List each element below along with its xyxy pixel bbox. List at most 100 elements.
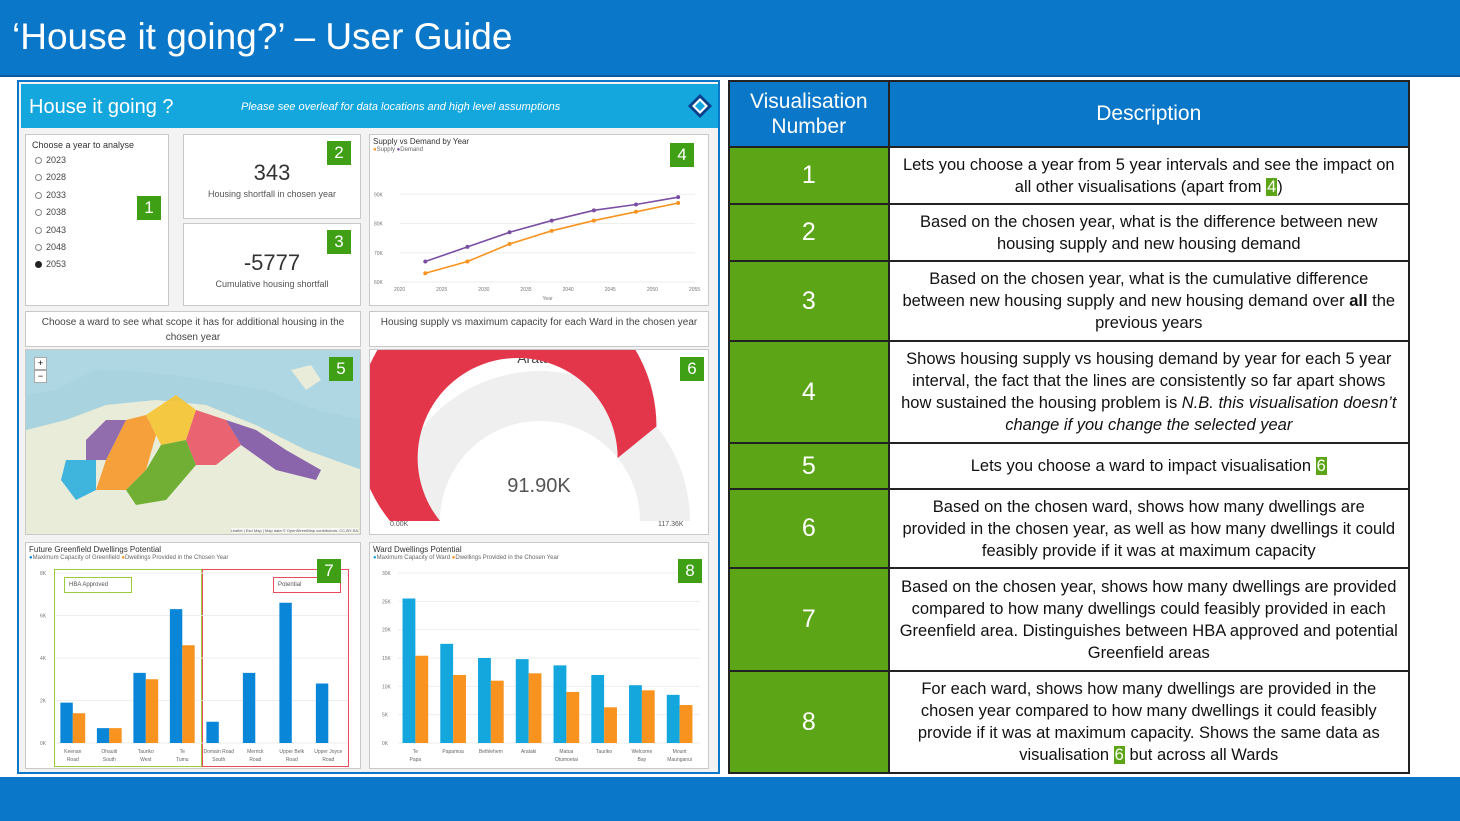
data-point: [591, 218, 596, 223]
year-option-label: 2043: [46, 224, 67, 235]
table-row: 1 Lets you choose a year from 5 year inte…: [728, 146, 1411, 205]
radio-icon[interactable]: [35, 261, 42, 269]
y-tick-label: 20K: [382, 628, 392, 634]
year-option-2033[interactable]: 2033: [35, 190, 66, 200]
radio-icon[interactable]: [35, 209, 42, 217]
category-label: Tauriko: [596, 749, 612, 755]
greenfield-chart-card: Future Greenfield Dwellings Potential ●M…: [25, 542, 361, 769]
data-point: [591, 208, 596, 213]
year-option-label: 2048: [46, 242, 67, 252]
category-label: Ohauiti South: [101, 749, 117, 763]
category-label: Welcome Bay: [631, 749, 652, 763]
ward-map[interactable]: + − Leaflet | Esri Map | Map data © Open…: [25, 349, 361, 535]
description-hl: 4: [1266, 177, 1278, 196]
year-option-2043[interactable]: 2043: [35, 225, 66, 235]
kpi-shortfall-card: 343 Housing shortfall in chosen year 2: [183, 134, 361, 219]
data-point: [634, 202, 638, 207]
description-post: but across all Wards: [1124, 746, 1279, 764]
data-point: [676, 195, 681, 200]
bar: [133, 672, 146, 743]
category-label: Arataki: [521, 749, 537, 755]
y-tick-label: 60K: [374, 280, 384, 286]
gauge-max: 117.36K: [658, 521, 684, 528]
bar: [415, 655, 429, 743]
x-tick-label: 2055: [689, 287, 700, 293]
year-option-label: 2023: [46, 155, 67, 165]
bar: [242, 672, 256, 743]
radio-icon[interactable]: [35, 174, 42, 182]
badge-5: 5: [329, 357, 353, 381]
badge-2: 2: [327, 141, 351, 165]
y-tick-label: 90K: [374, 192, 384, 198]
zoom-in-button[interactable]: +: [34, 357, 47, 370]
dashboard-header: House it going ? Please see overleaf for…: [21, 84, 718, 128]
y-tick-label: 0K: [382, 741, 389, 747]
category-label: Matua Otumoetai: [555, 749, 578, 763]
data-point: [549, 228, 554, 233]
dashboard-note: Please see overleaf for data locations a…: [241, 101, 561, 113]
year-option-2023[interactable]: 2023: [35, 155, 66, 165]
x-tick-label: 2025: [436, 287, 447, 293]
visualisation-description: Shows housing supply vs housing demand b…: [887, 340, 1411, 444]
category-label: Merrick Road: [247, 749, 264, 763]
year-option-2028[interactable]: 2028: [35, 172, 66, 182]
ward-map-svg[interactable]: [26, 350, 361, 535]
category-label: Tauriko West: [138, 749, 154, 763]
bar: [629, 685, 642, 743]
radio-icon[interactable]: [35, 226, 42, 234]
gauge-min: 0.00K: [390, 521, 409, 528]
year-option-label: 2038: [46, 207, 67, 218]
table-row: 8 For each ward, shows how many dwellings…: [728, 670, 1411, 774]
logo-icon: [688, 94, 712, 118]
visualisation-number: 8: [728, 670, 890, 774]
description-text: Based on the chosen ward, shows how many…: [902, 497, 1396, 560]
bar: [440, 643, 454, 743]
bar: [402, 598, 416, 743]
visualisation-number: 3: [728, 260, 890, 342]
visualisation-description: Based on the chosen year, what is the cu…: [887, 260, 1411, 342]
bar: [109, 728, 122, 743]
ward-dwellings-chart-card: Ward Dwellings Potential ●Maximum Capaci…: [369, 542, 709, 769]
zoom-out-button[interactable]: −: [34, 370, 47, 383]
y-tick-label: 6K: [40, 614, 47, 620]
year-option-2048[interactable]: 2048: [35, 242, 66, 252]
kpi-cumulative-card: -5777 Cumulative housing shortfall 3: [183, 223, 361, 306]
category-label: Te Tumu: [176, 749, 189, 763]
ward-dwellings-bar-chart: 0K 5K 10K 15K 20K 25K 30K Te Papa Papamoa Bethlehe…: [382, 571, 700, 763]
radio-icon[interactable]: [35, 244, 42, 251]
year-option-2038[interactable]: 2038: [35, 207, 66, 217]
badge-1: 1: [137, 196, 161, 220]
data-point: [634, 209, 638, 214]
y-tick-label: 8K: [40, 571, 47, 577]
bar: [528, 673, 542, 743]
bar: [72, 713, 86, 743]
y-tick-label: 5K: [382, 713, 389, 719]
category-label: Papamoa: [442, 749, 464, 755]
ward-prompt-card: Choose a ward to see what scope it has f…: [25, 311, 361, 347]
x-tick-label: 2035: [520, 287, 531, 293]
radio-icon[interactable]: [35, 157, 42, 164]
data-point: [507, 230, 512, 235]
bar: [453, 675, 466, 743]
bar: [666, 694, 680, 743]
data-point: [507, 241, 512, 246]
year-slicer: Choose a year to analyse 2023 2028 2033 203…: [25, 134, 169, 306]
gauge-title: Housing supply vs maximum capacity for e…: [380, 317, 698, 328]
category-label: Upper Belk Road: [279, 749, 304, 763]
bar: [604, 707, 617, 743]
x-tick-label: 2040: [563, 287, 574, 293]
visualisation-description: For each ward, shows how many dwellings …: [887, 670, 1411, 774]
visualisation-description: Based on the chosen year, what is the di…: [887, 203, 1411, 262]
bar: [591, 675, 605, 743]
badge-8: 8: [678, 559, 702, 583]
y-tick-label: 70K: [374, 251, 384, 257]
x-tick-label: 2045: [605, 287, 616, 293]
year-option-2053[interactable]: 2053: [35, 259, 66, 269]
visualisation-description: Based on the chosen ward, shows how many…: [887, 488, 1411, 569]
description-hl: 6: [1315, 457, 1327, 475]
visualisation-description: Lets you choose a year from 5 year inter…: [887, 146, 1411, 205]
series-line-supply: [425, 202, 679, 274]
year-option-label: 2033: [46, 189, 67, 200]
radio-icon[interactable]: [35, 191, 42, 199]
badge-6: 6: [680, 357, 704, 381]
